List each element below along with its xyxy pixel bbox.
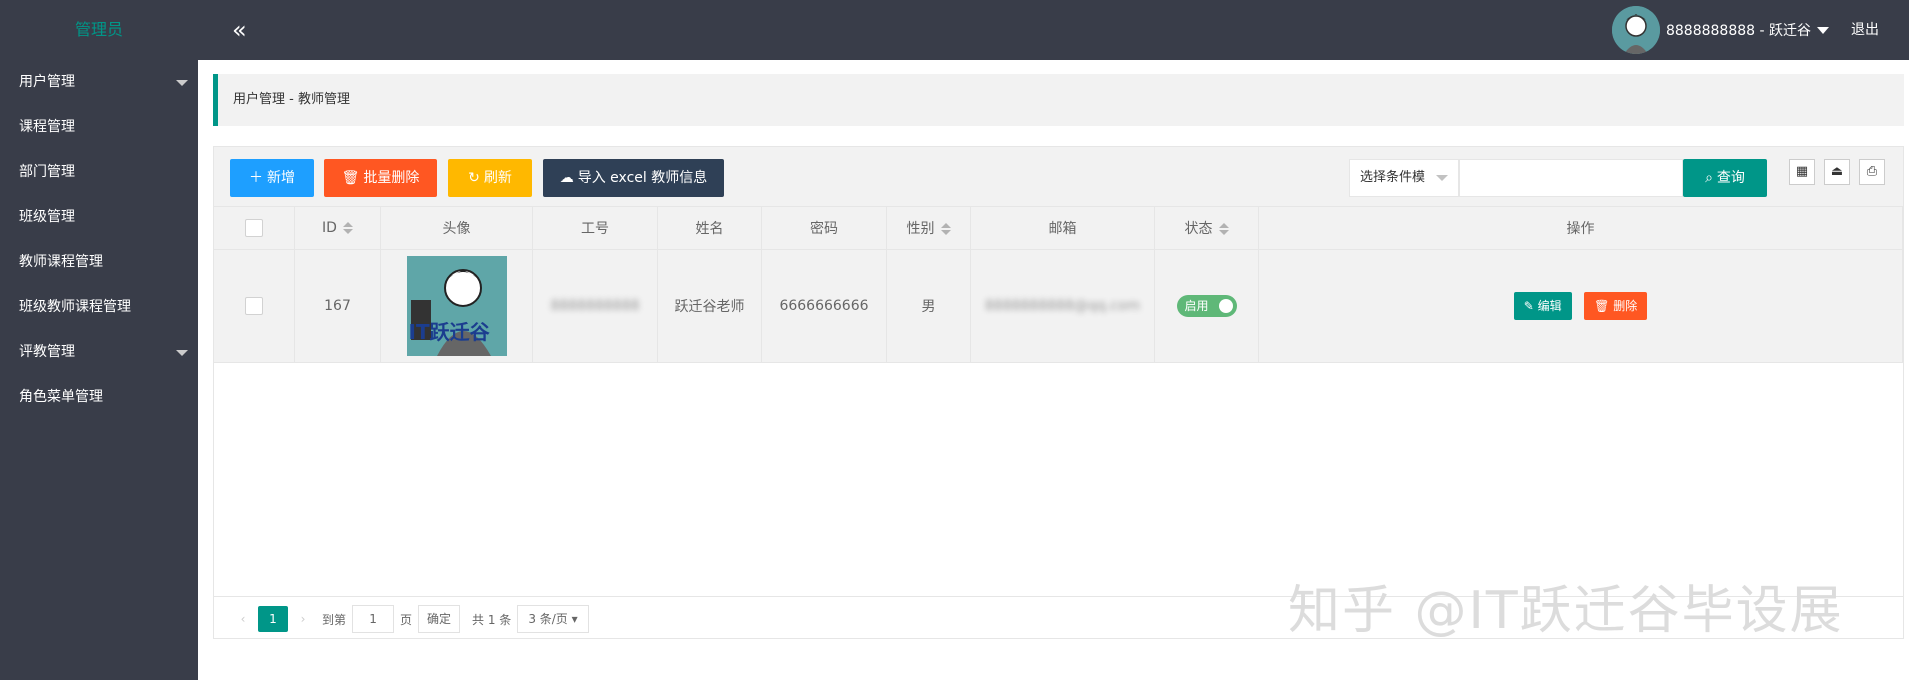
- refresh-button[interactable]: ↻ 刷新: [448, 159, 532, 197]
- sort-icon[interactable]: [940, 223, 951, 235]
- sidebar-item-label: 角色菜单管理: [19, 389, 103, 405]
- chevron-down-icon: [176, 350, 188, 356]
- column-header-name: 姓名: [657, 207, 762, 250]
- id-cell: 167: [294, 249, 381, 363]
- trash-icon: 🗑: [1594, 299, 1614, 313]
- job-number-value: 8888888888: [550, 298, 640, 314]
- teacher-table-panel: ＋新增 🗑 批量删除 ↻ 刷新 ☁ 导入 excel 教师信息 选择条件模 ⌕ 查询 ▦…: [213, 146, 1904, 639]
- delete-button[interactable]: 🗑 删除: [1584, 292, 1648, 320]
- user-menu[interactable]: 8888888888 - 跃迁谷: [1611, 6, 1829, 54]
- page-unit-label: 页: [400, 612, 413, 627]
- watermark: 知乎 @IT跃迁谷毕设展: [1288, 581, 1844, 641]
- per-page-select[interactable]: 3 条/页 ▾: [517, 605, 589, 633]
- status-toggle[interactable]: 启用: [1176, 295, 1237, 317]
- sidebar-item-class-management[interactable]: 班级管理: [0, 195, 198, 240]
- teacher-table: ID 头像 工号 姓名 密码 性别 邮箱 状态 操作 167 IT跃迁谷 888…: [214, 207, 1903, 363]
- column-header-avatar: 头像: [380, 207, 533, 250]
- sidebar-item-label: 班级管理: [19, 209, 75, 225]
- sidebar-item-label: 班级教师课程管理: [19, 299, 131, 315]
- print-icon[interactable]: ⎙: [1859, 159, 1885, 185]
- status-cell: 启用: [1154, 249, 1259, 363]
- app-logo: 管理员: [74, 20, 123, 39]
- email-value: 8888888888@qq.com: [984, 298, 1141, 314]
- sidebar-item-label: 用户管理: [19, 74, 75, 90]
- edit-button[interactable]: ✎ 编辑: [1513, 292, 1572, 320]
- sidebar-item-label: 评教管理: [19, 344, 75, 360]
- header-checkbox-cell: [214, 207, 295, 250]
- total-count: 共 1 条: [472, 612, 512, 627]
- import-excel-button[interactable]: ☁ 导入 excel 教师信息: [543, 159, 724, 197]
- column-header-status[interactable]: 状态: [1154, 207, 1259, 250]
- column-header-password: 密码: [761, 207, 887, 250]
- chevron-down-icon: [1436, 175, 1448, 181]
- name-cell: 跃迁谷老师: [657, 249, 762, 363]
- search-button[interactable]: ⌕ 查询: [1683, 159, 1767, 197]
- sidebar: 用户管理 课程管理 部门管理 班级管理 教师课程管理 班级教师课程管理 评教管理…: [0, 60, 198, 680]
- sidebar-item-label: 课程管理: [19, 119, 75, 135]
- columns-filter-icon[interactable]: ▦: [1789, 159, 1815, 185]
- search-icon: ⌕: [1705, 170, 1713, 186]
- page-number-input[interactable]: 1: [352, 605, 395, 633]
- table-toolbar: ＋新增 🗑 批量删除 ↻ 刷新 ☁ 导入 excel 教师信息 选择条件模 ⌕ 查询 ▦…: [214, 147, 1903, 207]
- goto-confirm-button[interactable]: 确定: [418, 605, 461, 633]
- gender-cell: 男: [886, 249, 971, 363]
- column-header-id[interactable]: ID: [294, 207, 381, 250]
- search-input[interactable]: [1459, 159, 1683, 197]
- top-bar: 管理员 « 8888888888 - 跃迁谷 退出: [0, 0, 1909, 60]
- plus-icon: ＋: [249, 170, 263, 186]
- pagination: ‹ 1 › 到第 1 页 确定 共 1 条 3 条/页 ▾: [228, 605, 595, 633]
- sidebar-item-label: 部门管理: [19, 164, 75, 180]
- sidebar-item-label: 教师课程管理: [19, 254, 103, 270]
- breadcrumb: 用户管理 - 教师管理: [213, 74, 1904, 126]
- sidebar-item-role-menu-management[interactable]: 角色菜单管理: [0, 375, 198, 420]
- chevron-down-icon: [176, 80, 188, 86]
- avatar-image-text: IT跃迁谷: [408, 320, 490, 344]
- add-button[interactable]: ＋新增: [230, 159, 314, 197]
- table-row: 167 IT跃迁谷 8888888888 跃迁谷老师 6666666666 男 …: [214, 249, 1903, 363]
- column-header-gender[interactable]: 性别: [886, 207, 971, 250]
- column-header-job-number: 工号: [532, 207, 658, 250]
- collapse-sidebar-icon[interactable]: «: [232, 16, 247, 44]
- sidebar-item-evaluation-management[interactable]: 评教管理: [0, 330, 198, 375]
- teacher-avatar-image: IT跃迁谷: [406, 256, 507, 356]
- toggle-knob: [1218, 299, 1233, 313]
- goto-label: 到第: [322, 612, 347, 627]
- column-header-email: 邮箱: [970, 207, 1155, 250]
- email-cell: 8888888888@qq.com: [970, 249, 1155, 363]
- sort-icon[interactable]: [1218, 223, 1229, 235]
- caret-down-icon: [1817, 26, 1829, 34]
- actions-cell: ✎ 编辑 🗑 删除: [1258, 249, 1903, 363]
- condition-select[interactable]: 选择条件模: [1349, 159, 1459, 197]
- sidebar-item-department-management[interactable]: 部门管理: [0, 150, 198, 195]
- sidebar-item-teacher-course-management[interactable]: 教师课程管理: [0, 240, 198, 285]
- column-header-actions: 操作: [1258, 207, 1903, 250]
- avatar-cell: IT跃迁谷: [380, 249, 533, 363]
- batch-delete-button[interactable]: 🗑 批量删除: [324, 159, 437, 197]
- row-checkbox-cell: [214, 249, 295, 363]
- select-all-checkbox[interactable]: [245, 219, 263, 237]
- sort-icon[interactable]: [342, 222, 353, 234]
- sidebar-item-user-management[interactable]: 用户管理: [0, 60, 198, 105]
- password-cell: 6666666666: [761, 249, 887, 363]
- cloud-upload-icon: ☁: [559, 170, 574, 186]
- pencil-icon: ✎: [1523, 299, 1538, 313]
- job-number-cell: 8888888888: [532, 249, 658, 363]
- row-checkbox[interactable]: [245, 297, 263, 315]
- trash-icon: 🗑: [341, 170, 360, 186]
- user-avatar: [1611, 6, 1660, 54]
- user-label: 8888888888 - 跃迁谷: [1665, 23, 1811, 39]
- prev-page-icon[interactable]: ‹: [228, 606, 258, 632]
- sidebar-item-class-teacher-course-management[interactable]: 班级教师课程管理: [0, 285, 198, 330]
- logout-link[interactable]: 退出: [1851, 0, 1879, 60]
- page-current[interactable]: 1: [258, 606, 288, 632]
- sidebar-item-course-management[interactable]: 课程管理: [0, 105, 198, 150]
- refresh-icon: ↻: [468, 170, 480, 186]
- next-page-icon[interactable]: ›: [288, 606, 318, 632]
- export-icon[interactable]: ⏏: [1824, 159, 1850, 185]
